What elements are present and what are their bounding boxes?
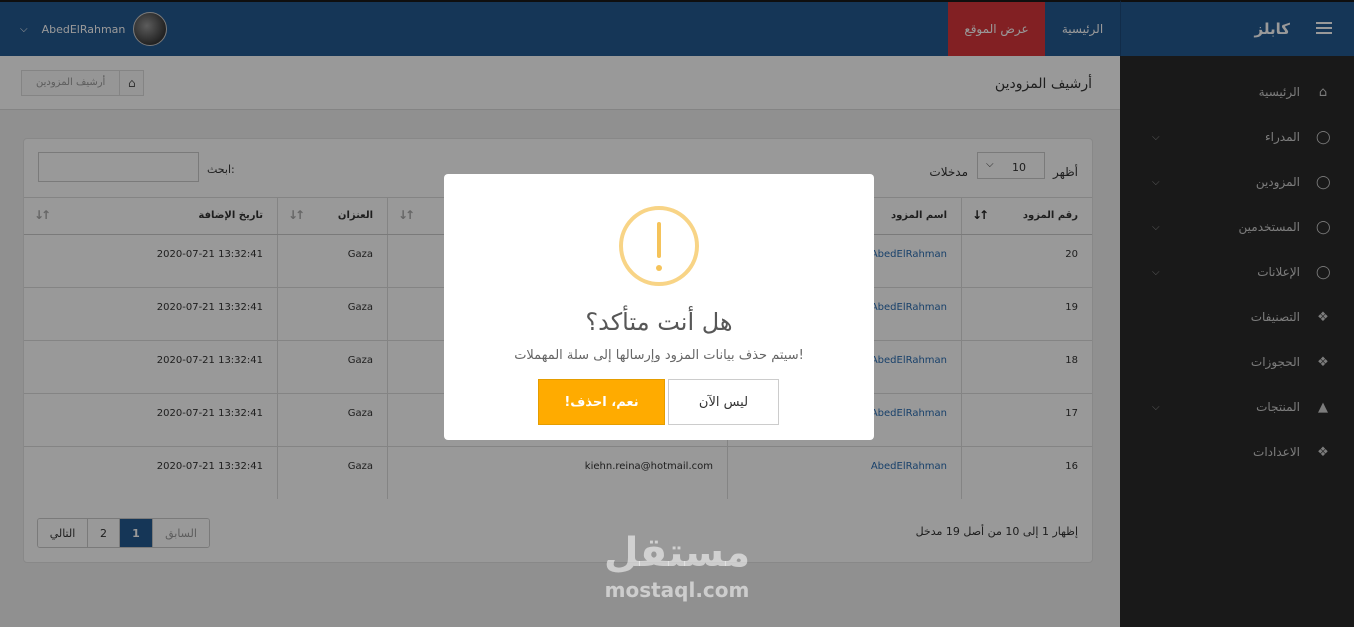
confirm-dialog: هل أنت متأكد؟ سيتم حذف بيانات المزود وإر…: [444, 174, 874, 440]
confirm-delete-button[interactable]: !نعم، احذف: [538, 379, 665, 425]
warning-icon: [619, 206, 699, 286]
watermark: مستقل mostaql.com: [594, 527, 760, 601]
watermark-arabic: مستقل: [603, 530, 751, 576]
dialog-title: هل أنت متأكد؟: [585, 308, 733, 336]
dialog-message: سيتم حذف بيانات المزود وإرسالها إلى سلة …: [514, 348, 804, 363]
watermark-latin: mostaql.com: [604, 578, 750, 602]
cancel-button[interactable]: ليس الآن: [668, 379, 779, 425]
